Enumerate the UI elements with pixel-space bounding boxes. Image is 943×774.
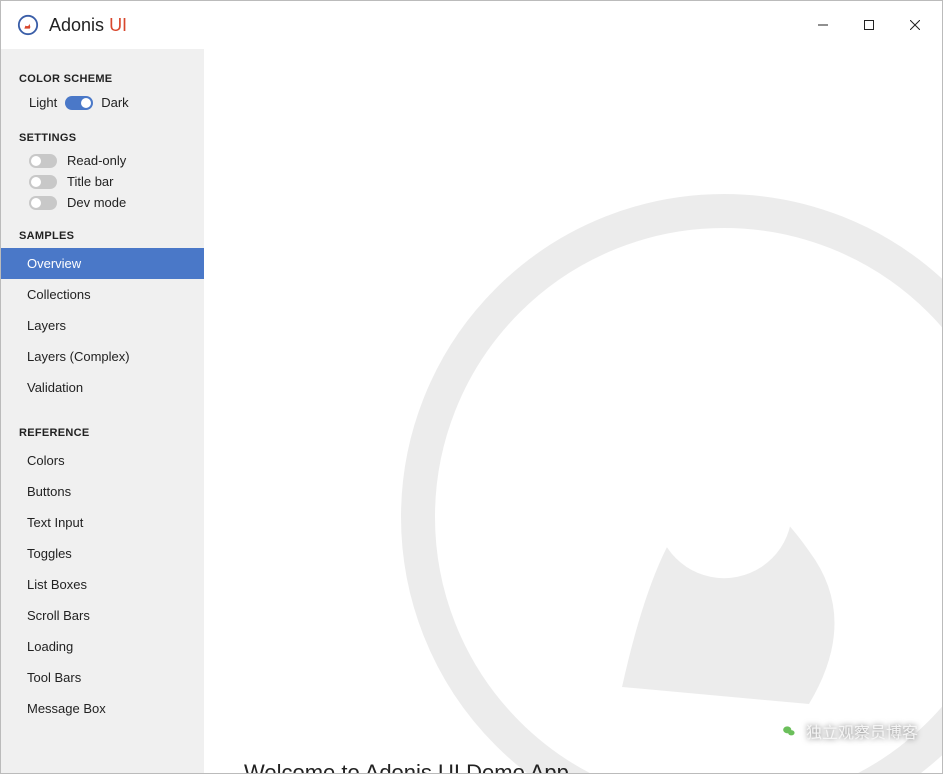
devmode-label: Dev mode (67, 195, 126, 210)
titlebar: Adonis UI (1, 1, 942, 49)
devmode-toggle[interactable] (29, 196, 57, 210)
nav-validation[interactable]: Validation (1, 372, 204, 403)
color-scheme-toggle-row: Light Dark (1, 91, 204, 126)
section-samples: SAMPLES (1, 224, 204, 248)
section-settings: SETTINGS (1, 126, 204, 150)
section-color-scheme: COLOR SCHEME (1, 67, 204, 91)
nav-loading[interactable]: Loading (1, 631, 204, 662)
section-reference: REFERENCE (1, 421, 204, 445)
window-close-button[interactable] (892, 9, 938, 41)
background-watermark-icon (384, 177, 942, 773)
nav-buttons[interactable]: Buttons (1, 476, 204, 507)
nav-layers[interactable]: Layers (1, 310, 204, 341)
window-maximize-button[interactable] (846, 9, 892, 41)
main-panel: Welcome to Adonis UI Demo App Buttons De… (204, 49, 942, 773)
readonly-label: Read-only (67, 153, 126, 168)
app-title: Adonis UI (49, 15, 127, 36)
scheme-dark-label: Dark (101, 95, 128, 110)
scheme-toggle[interactable] (65, 96, 93, 110)
nav-list-boxes[interactable]: List Boxes (1, 569, 204, 600)
watermark-text: 独立观察员博客 (806, 719, 918, 743)
nav-collections[interactable]: Collections (1, 279, 204, 310)
setting-titlebar-row: Title bar (1, 171, 204, 192)
setting-devmode-row: Dev mode (1, 192, 204, 224)
sidebar: COLOR SCHEME Light Dark SETTINGS Read-on… (1, 49, 204, 773)
page-title: Welcome to Adonis UI Demo App (244, 760, 902, 773)
nav-overview[interactable]: Overview (1, 248, 204, 279)
nav-scroll-bars[interactable]: Scroll Bars (1, 600, 204, 631)
titlebar-label: Title bar (67, 174, 113, 189)
nav-layers-complex[interactable]: Layers (Complex) (1, 341, 204, 372)
nav-tool-bars[interactable]: Tool Bars (1, 662, 204, 693)
scheme-light-label: Light (29, 95, 57, 110)
titlebar-toggle[interactable] (29, 175, 57, 189)
image-watermark: 独立观察员博客 (778, 719, 918, 743)
app-logo-icon (17, 14, 39, 36)
wechat-icon (778, 720, 800, 742)
nav-message-box[interactable]: Message Box (1, 693, 204, 724)
nav-colors[interactable]: Colors (1, 445, 204, 476)
window-minimize-button[interactable] (800, 9, 846, 41)
nav-toggles[interactable]: Toggles (1, 538, 204, 569)
setting-readonly-row: Read-only (1, 150, 204, 171)
nav-text-input[interactable]: Text Input (1, 507, 204, 538)
readonly-toggle[interactable] (29, 154, 57, 168)
